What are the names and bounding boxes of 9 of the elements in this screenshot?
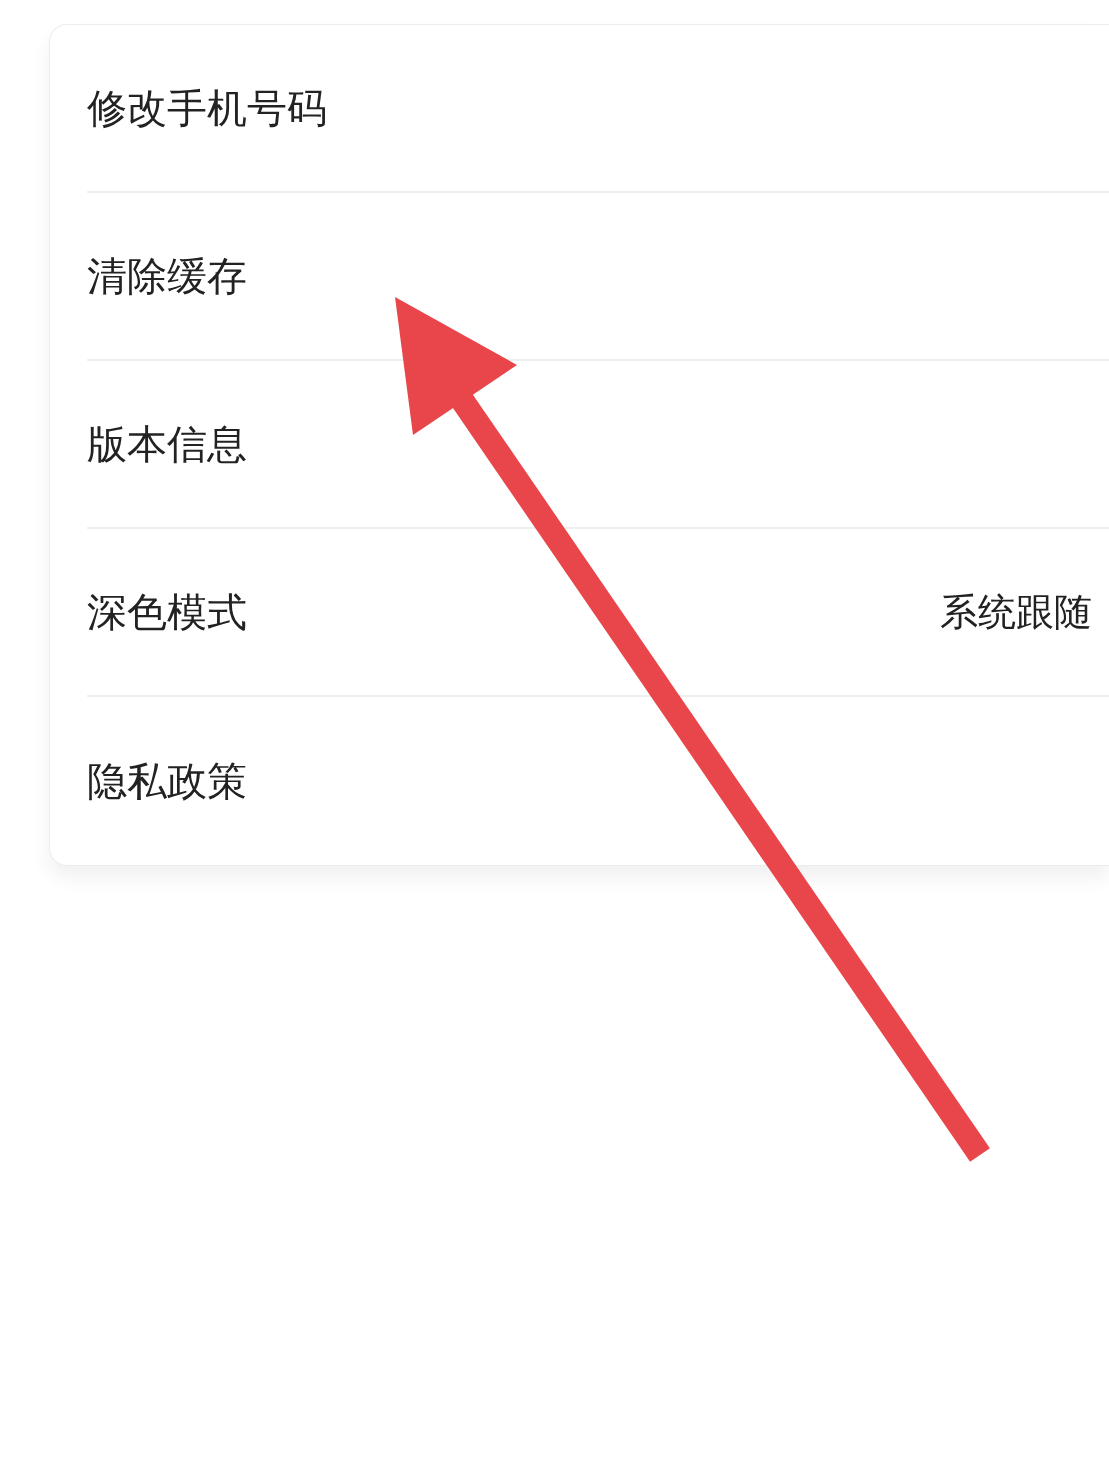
row-label: 修改手机号码 (87, 84, 327, 133)
row-label: 隐私政策 (87, 757, 247, 806)
row-label: 版本信息 (87, 420, 247, 469)
row-label: 深色模式 (87, 588, 247, 637)
row-label: 清除缓存 (87, 252, 247, 301)
settings-row[interactable]: 修改手机号码 (87, 25, 1109, 193)
row-value: 系统跟随 (940, 588, 1092, 636)
settings-row[interactable]: 深色模式 系统跟随 (87, 529, 1109, 697)
settings-row[interactable]: 隐私政策 (87, 697, 1109, 865)
